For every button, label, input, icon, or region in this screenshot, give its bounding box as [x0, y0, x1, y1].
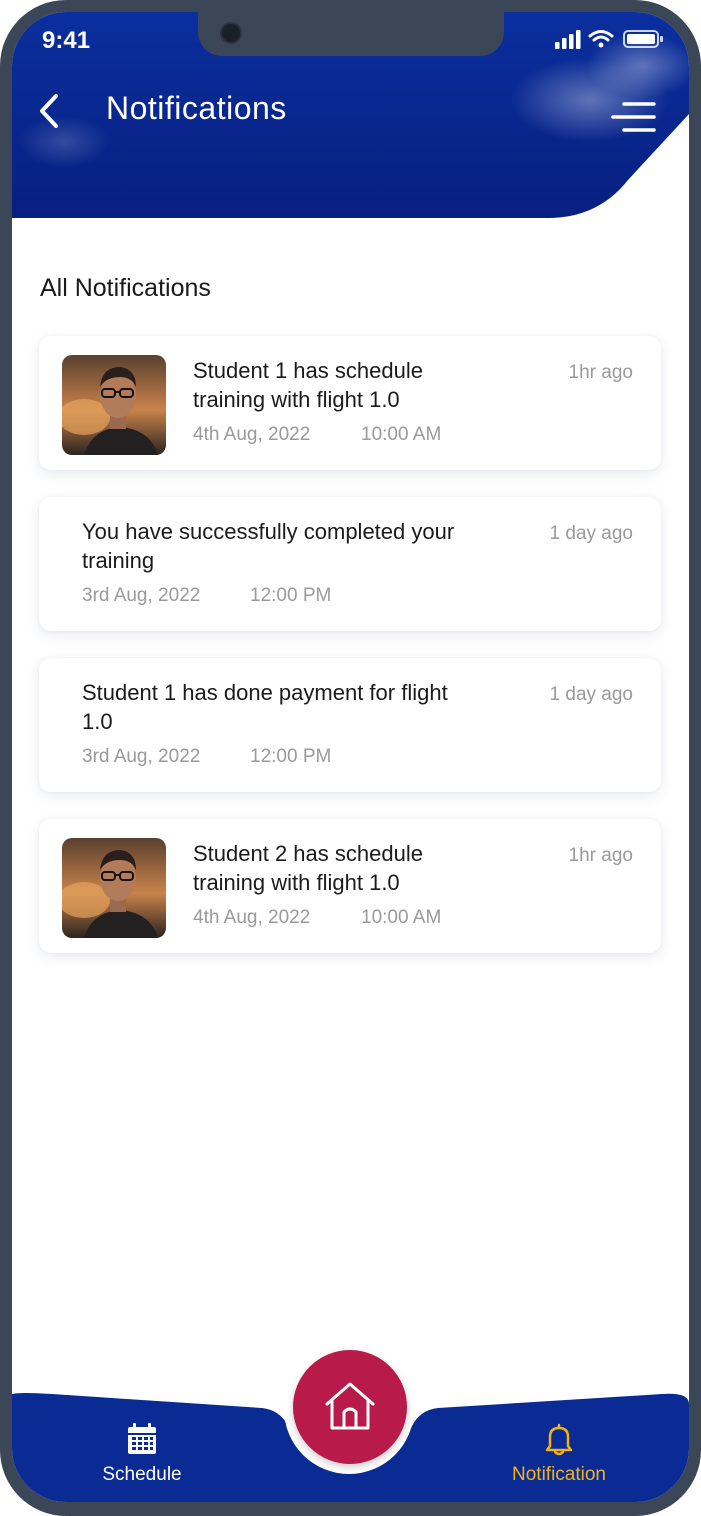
- notification-message: You have successfully completed your tra…: [82, 519, 455, 573]
- notification-age: 1hr ago: [568, 845, 633, 866]
- signal-icon: [555, 30, 581, 49]
- page-title: Notifications: [106, 90, 287, 126]
- notification-date: 3rd Aug, 2022: [82, 746, 201, 767]
- phone-frame: 9:41 Notifications All Notifications Stu…: [0, 0, 701, 1516]
- notification-card[interactable]: Student 1 has done payment for flight 1.…: [39, 658, 661, 792]
- notification-message: Student 1 has done payment for flight 1.…: [82, 680, 448, 734]
- user-avatar: [62, 355, 166, 455]
- app-screen: 9:41 Notifications All Notifications Stu…: [12, 12, 689, 1502]
- notification-message: Student 2 has schedule training with fli…: [193, 841, 423, 895]
- notification-card[interactable]: You have successfully completed your tra…: [39, 497, 661, 631]
- nav-notification[interactable]: Notification: [484, 1422, 634, 1492]
- notification-time: 10:00 AM: [361, 424, 442, 445]
- bell-icon: [545, 1423, 573, 1456]
- chevron-left-icon: [40, 94, 58, 128]
- notification-message: Student 1 has schedule training with fli…: [193, 358, 423, 412]
- notification-list: Student 1 has schedule training with fli…: [39, 336, 661, 980]
- notification-time: 10:00 AM: [361, 907, 442, 928]
- home-icon: [325, 1382, 375, 1430]
- notification-card[interactable]: Student 1 has schedule training with fli…: [39, 336, 661, 470]
- notification-age: 1hr ago: [568, 362, 633, 383]
- status-time: 9:41: [42, 27, 91, 54]
- front-camera: [220, 22, 242, 44]
- section-title: All Notifications: [40, 274, 211, 302]
- nav-notification-label: Notification: [512, 1464, 606, 1485]
- status-icons: [555, 30, 663, 49]
- user-avatar: [62, 838, 166, 938]
- notification-time: 12:00 PM: [250, 746, 332, 767]
- home-button[interactable]: [293, 1350, 407, 1464]
- notification-date: 4th Aug, 2022: [193, 907, 311, 928]
- notification-time: 12:00 PM: [250, 585, 332, 606]
- device-notch: [198, 12, 504, 56]
- calendar-icon: [128, 1423, 156, 1454]
- notification-date: 3rd Aug, 2022: [82, 585, 201, 606]
- menu-lines-icon: [611, 102, 656, 132]
- notification-age: 1 day ago: [549, 684, 633, 705]
- notification-date: 4th Aug, 2022: [193, 424, 311, 445]
- battery-icon: [623, 30, 663, 48]
- back-button[interactable]: [34, 90, 68, 132]
- nav-schedule-label: Schedule: [102, 1464, 182, 1485]
- notification-card[interactable]: Student 2 has schedule training with fli…: [39, 819, 661, 953]
- notification-age: 1 day ago: [549, 523, 633, 544]
- nav-schedule[interactable]: Schedule: [67, 1422, 217, 1492]
- menu-button[interactable]: [610, 100, 658, 136]
- wifi-icon: [588, 30, 614, 48]
